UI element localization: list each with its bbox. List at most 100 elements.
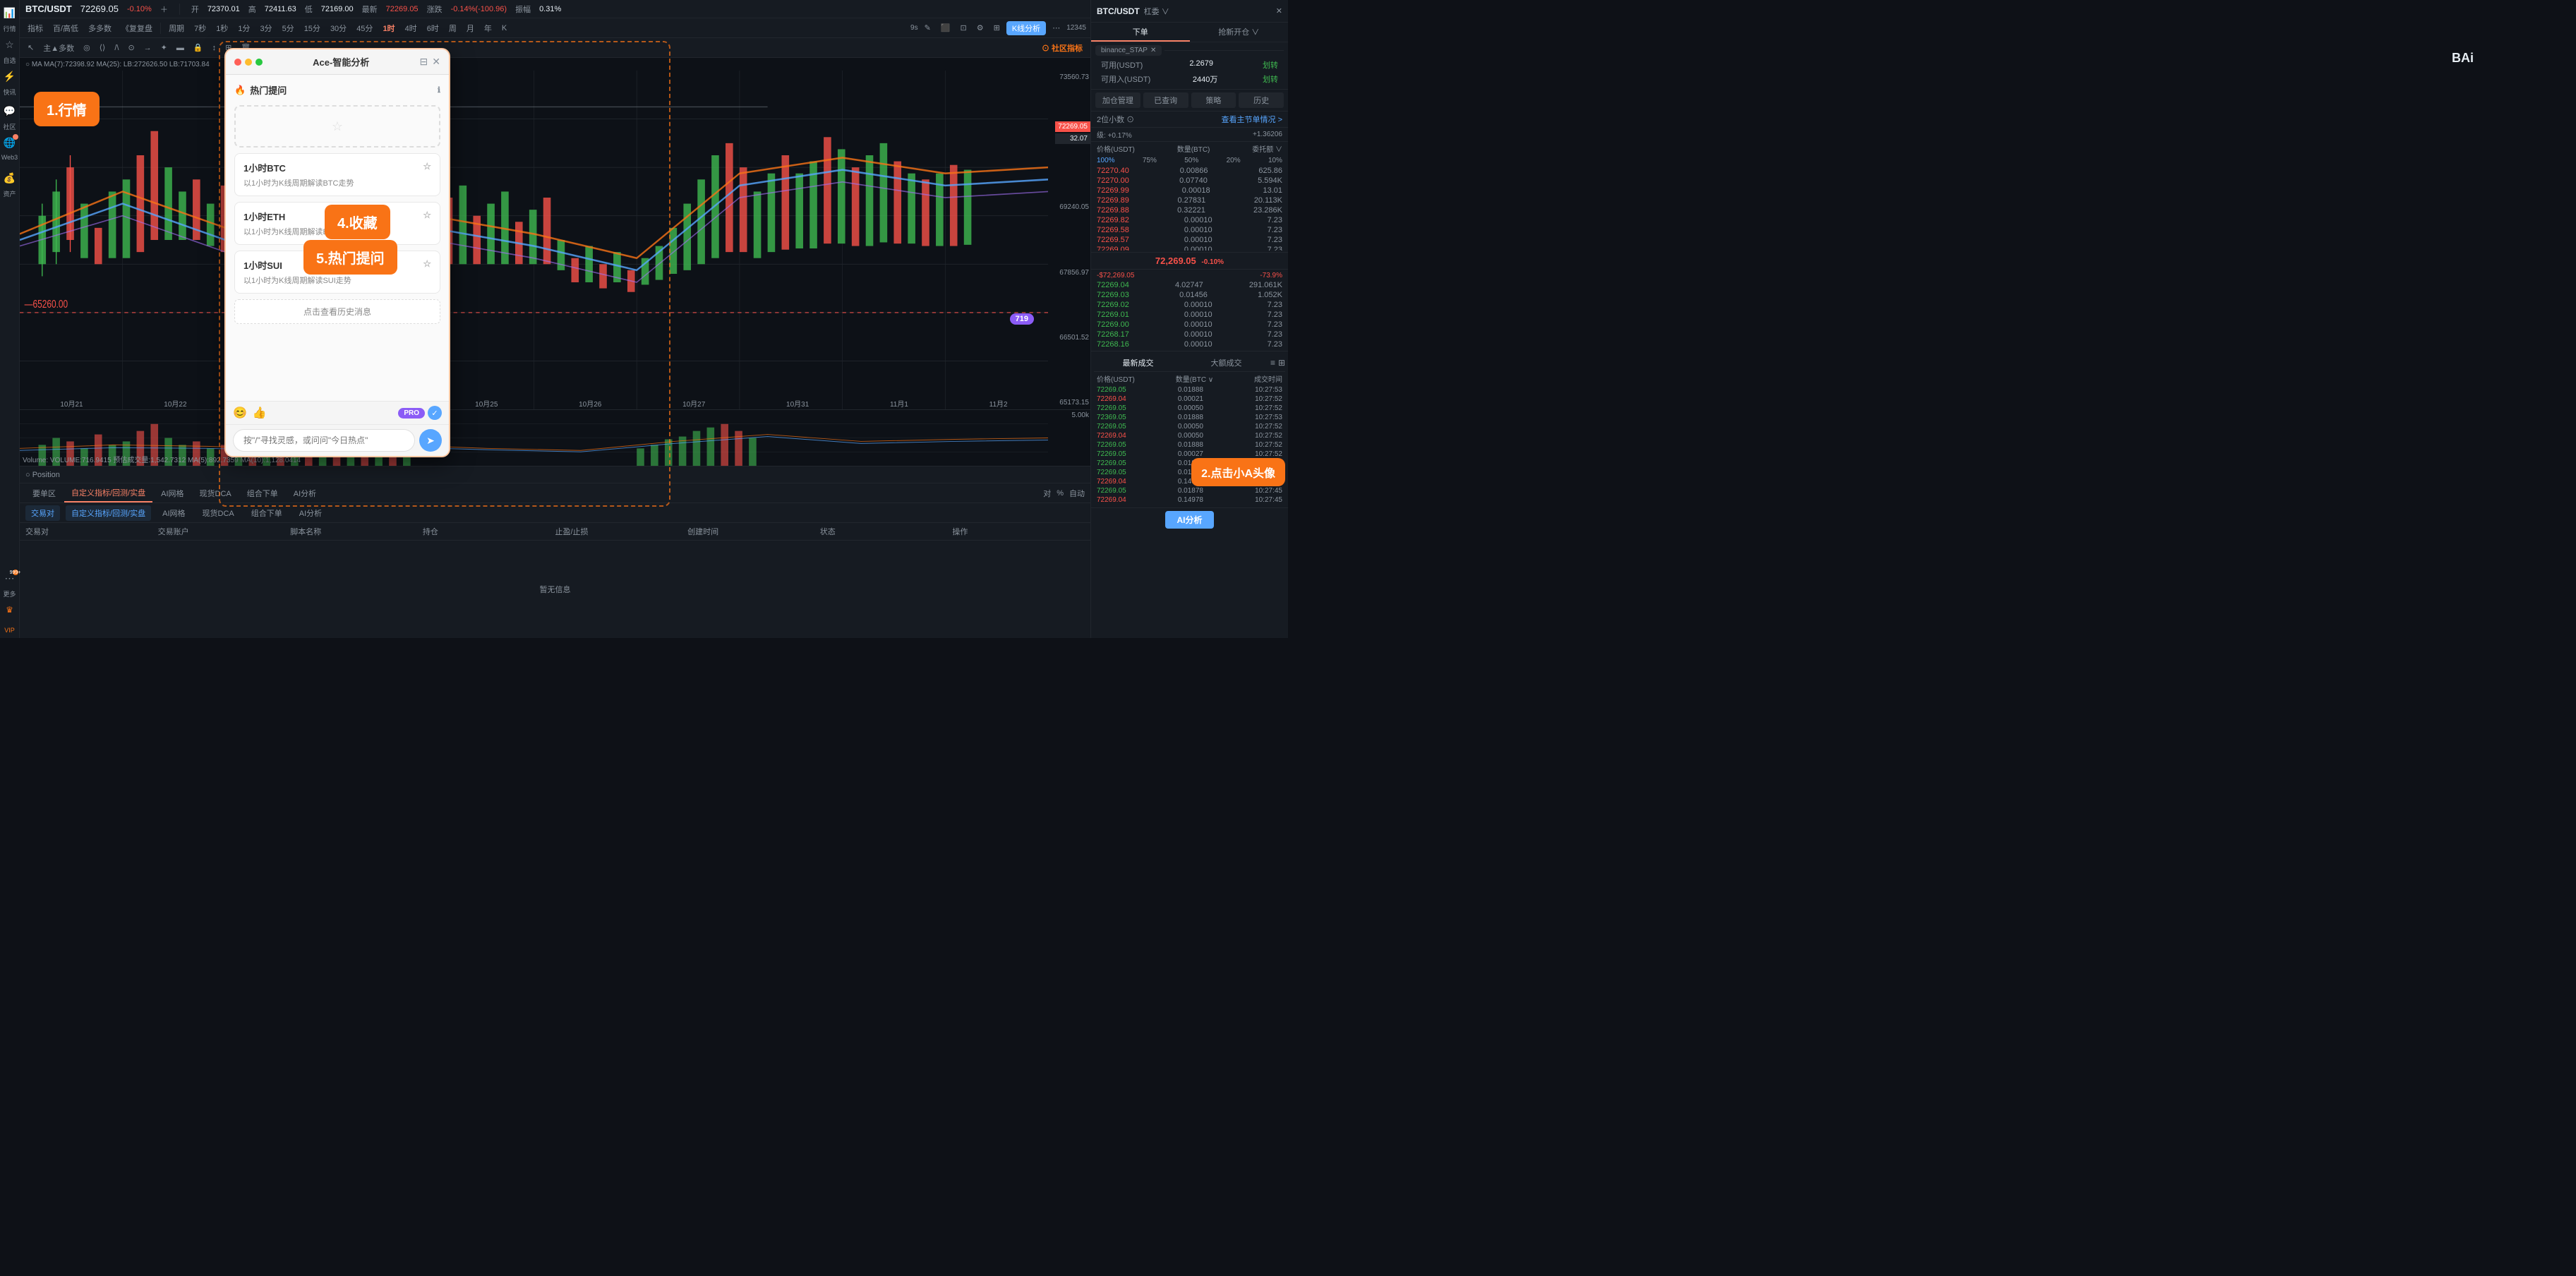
exchange-close[interactable]: ✕ — [1150, 47, 1156, 54]
subtab-account[interactable]: AI网格 — [157, 505, 191, 521]
pro-check-icon[interactable]: ✓ — [428, 406, 442, 420]
k-analysis-btn[interactable]: K线分析 — [1006, 21, 1046, 35]
pct-10[interactable]: 10% — [1268, 157, 1282, 164]
toolbar-1m[interactable]: 1分 — [234, 21, 253, 35]
tab-custom-indicators[interactable]: 自定义指标/回测/实盘 — [64, 484, 152, 502]
pct-75[interactable]: 75% — [1143, 157, 1157, 164]
bid-row-7[interactable]: 72268.06 0.00051 36.86 — [1094, 349, 1285, 351]
bid-row-3[interactable]: 72269.01 0.00010 7.23 — [1094, 310, 1285, 320]
ace-send-btn[interactable]: ➤ — [419, 429, 442, 452]
ask-row-1[interactable]: 72270.00 0.07740 5.594K — [1094, 176, 1285, 186]
toolbar-45m[interactable]: 45分 — [353, 21, 376, 35]
tab-dca[interactable]: 现货DCA — [193, 485, 239, 502]
trade-tab-large[interactable]: 大额成交 — [1182, 354, 1270, 371]
bid-row-4[interactable]: 72269.00 0.00010 7.23 — [1094, 320, 1285, 330]
toolbar-month[interactable]: 月 — [463, 21, 478, 35]
transfer-link[interactable]: 划转 — [1263, 59, 1278, 71]
toolbar-fullscreen[interactable]: ⊞ — [990, 22, 1004, 34]
toolbar-year[interactable]: 年 — [481, 21, 495, 35]
add-pos-btn[interactable]: 加仓管理 — [1095, 92, 1140, 108]
draw-lock[interactable]: 🔒 — [190, 42, 207, 54]
ace-like-btn[interactable]: 👍 — [253, 406, 267, 420]
ace-hot-item-0[interactable]: 1小时BTC ☆ 以1小时为K线周期解读BTC走势 — [234, 153, 440, 196]
hot-info-icon[interactable]: ℹ — [438, 85, 440, 95]
pct-50[interactable]: 50% — [1184, 157, 1198, 164]
pct-20[interactable]: 20% — [1227, 157, 1241, 164]
toolbar-1h[interactable]: 1时 — [379, 21, 398, 35]
toolbar-15m[interactable]: 15分 — [301, 21, 324, 35]
ace-history-btn[interactable]: 点击查看历史消息 — [234, 299, 440, 324]
toolbar-5m[interactable]: 5分 — [279, 21, 298, 35]
sell-pos-btn[interactable]: 策略 — [1191, 92, 1236, 108]
sidebar-item-market[interactable]: 📊 — [1, 4, 18, 21]
subtab-real[interactable]: 自定义指标/回测/实盘 — [66, 505, 151, 521]
draw-rect[interactable]: ▬ — [173, 42, 188, 54]
chart-main[interactable]: —65260.00 73560.73 70651.31 69240.05 678… — [20, 71, 1090, 409]
draw-main[interactable]: 主▲多数 — [40, 41, 78, 55]
sidebar-item-community[interactable]: 💬 — [1, 102, 18, 119]
hot-item-star-0[interactable]: ☆ — [423, 161, 431, 174]
right-panel-suffix[interactable]: 杠委 ∨ — [1144, 6, 1169, 17]
tab-ai-grid[interactable]: AI网格 — [154, 485, 191, 502]
toolbar-30m[interactable]: 30分 — [327, 21, 350, 35]
ask-row-5[interactable]: 72269.82 0.00010 7.23 — [1094, 215, 1285, 225]
ace-chat-input[interactable] — [233, 429, 415, 452]
bid-row-2[interactable]: 72269.02 0.00010 7.23 — [1094, 300, 1285, 310]
draw-circle[interactable]: ◎ — [80, 42, 94, 54]
ask-row-7[interactable]: 72269.57 0.00010 7.23 — [1094, 235, 1285, 245]
sidebar-item-news[interactable]: ⚡ — [1, 68, 18, 85]
toolbar-k[interactable]: K — [498, 23, 510, 34]
bid-row-5[interactable]: 72268.17 0.00010 7.23 — [1094, 330, 1285, 339]
draw-cursor[interactable]: ↖ — [24, 42, 37, 54]
toolbar-1s[interactable]: 1秒 — [212, 21, 231, 35]
draw-arc[interactable]: ⊙ — [124, 42, 138, 54]
draw-star[interactable]: ✦ — [157, 42, 171, 54]
toolbar-6h[interactable]: 6时 — [423, 21, 443, 35]
dot-green[interactable] — [255, 59, 263, 66]
transfer-link-2[interactable]: 划转 — [1263, 73, 1278, 85]
sidebar-item-vip[interactable]: ♛ — [1, 601, 18, 618]
toolbar-replay[interactable]: 《复复盘 — [118, 21, 156, 35]
bid-row-6[interactable]: 72268.16 0.00010 7.23 — [1094, 339, 1285, 349]
toolbar-more[interactable]: ⋯ — [1049, 22, 1064, 34]
subtab-ai-analysis-sub[interactable]: AI分析 — [294, 505, 327, 521]
draw-arrow[interactable]: → — [140, 42, 155, 54]
ask-row-4[interactable]: 72269.88 0.32221 23.286K — [1094, 205, 1285, 215]
toolbar-7s[interactable]: 7秒 — [191, 21, 210, 35]
sidebar-item-assets[interactable]: 💰 — [1, 169, 18, 186]
tab-combo[interactable]: 组合下单 — [240, 485, 285, 502]
toolbar-multi[interactable]: 多多数 — [85, 21, 115, 35]
ace-hot-item-1[interactable]: 1小时ETH ☆ 以1小时为K线周期解读ETH走势 — [234, 202, 440, 245]
subtab-pair[interactable]: 交易对 — [25, 505, 60, 521]
toolbar-4h[interactable]: 4时 — [402, 21, 421, 35]
subtab-script[interactable]: 现货DCA — [197, 505, 240, 521]
pct-100[interactable]: 100% — [1097, 157, 1115, 164]
ace-expand-btn[interactable]: ⊟ — [420, 56, 428, 68]
tab-orders[interactable]: 要单区 — [25, 485, 63, 502]
ask-row-8[interactable]: 72269.09 0.00010 7.23 — [1094, 245, 1285, 251]
toolbar-edit[interactable]: ✎ — [921, 22, 934, 34]
ai-analysis-button[interactable]: AI分析 — [1165, 511, 1213, 529]
history-btn[interactable]: 历史 — [1239, 92, 1284, 108]
subtab-pos[interactable]: 组合下单 — [246, 505, 288, 521]
already-btn[interactable]: 已查询 — [1143, 92, 1188, 108]
toolbar-3m[interactable]: 3分 — [256, 21, 275, 35]
rp-tab-new-open[interactable]: 抢新开仓 ∨ — [1190, 23, 1289, 42]
tab-ai-analysis[interactable]: AI分析 — [287, 485, 323, 502]
draw-wave[interactable]: /\ — [111, 42, 122, 54]
toolbar-period[interactable]: 周期 — [165, 21, 188, 35]
dot-red[interactable] — [234, 59, 241, 66]
sidebar-item-watchlist[interactable]: ☆ — [1, 36, 18, 53]
indicator-zone-label[interactable]: ⊙ 社区指标 — [1038, 41, 1086, 55]
trade-icon-list[interactable]: ≡ — [1270, 358, 1275, 368]
ace-close-btn[interactable]: ✕ — [432, 56, 440, 68]
add-pair-btn[interactable]: ＋ — [160, 4, 168, 15]
dot-yellow[interactable] — [245, 59, 252, 66]
ask-row-3[interactable]: 72269.89 0.27831 20.113K — [1094, 195, 1285, 205]
bid-row-0[interactable]: 72269.04 4.02747 291.061K — [1094, 280, 1285, 290]
sidebar-item-web3[interactable]: 🌐 — [1, 134, 18, 151]
right-close-btn[interactable]: ✕ — [1276, 6, 1282, 16]
toolbar-screenshot[interactable]: ⬛ — [937, 22, 954, 34]
ace-hot-item-2[interactable]: 1小时SUI ☆ 以1小时为K线周期解读SUI走势 — [234, 251, 440, 294]
hot-item-star-1[interactable]: ☆ — [423, 210, 431, 223]
